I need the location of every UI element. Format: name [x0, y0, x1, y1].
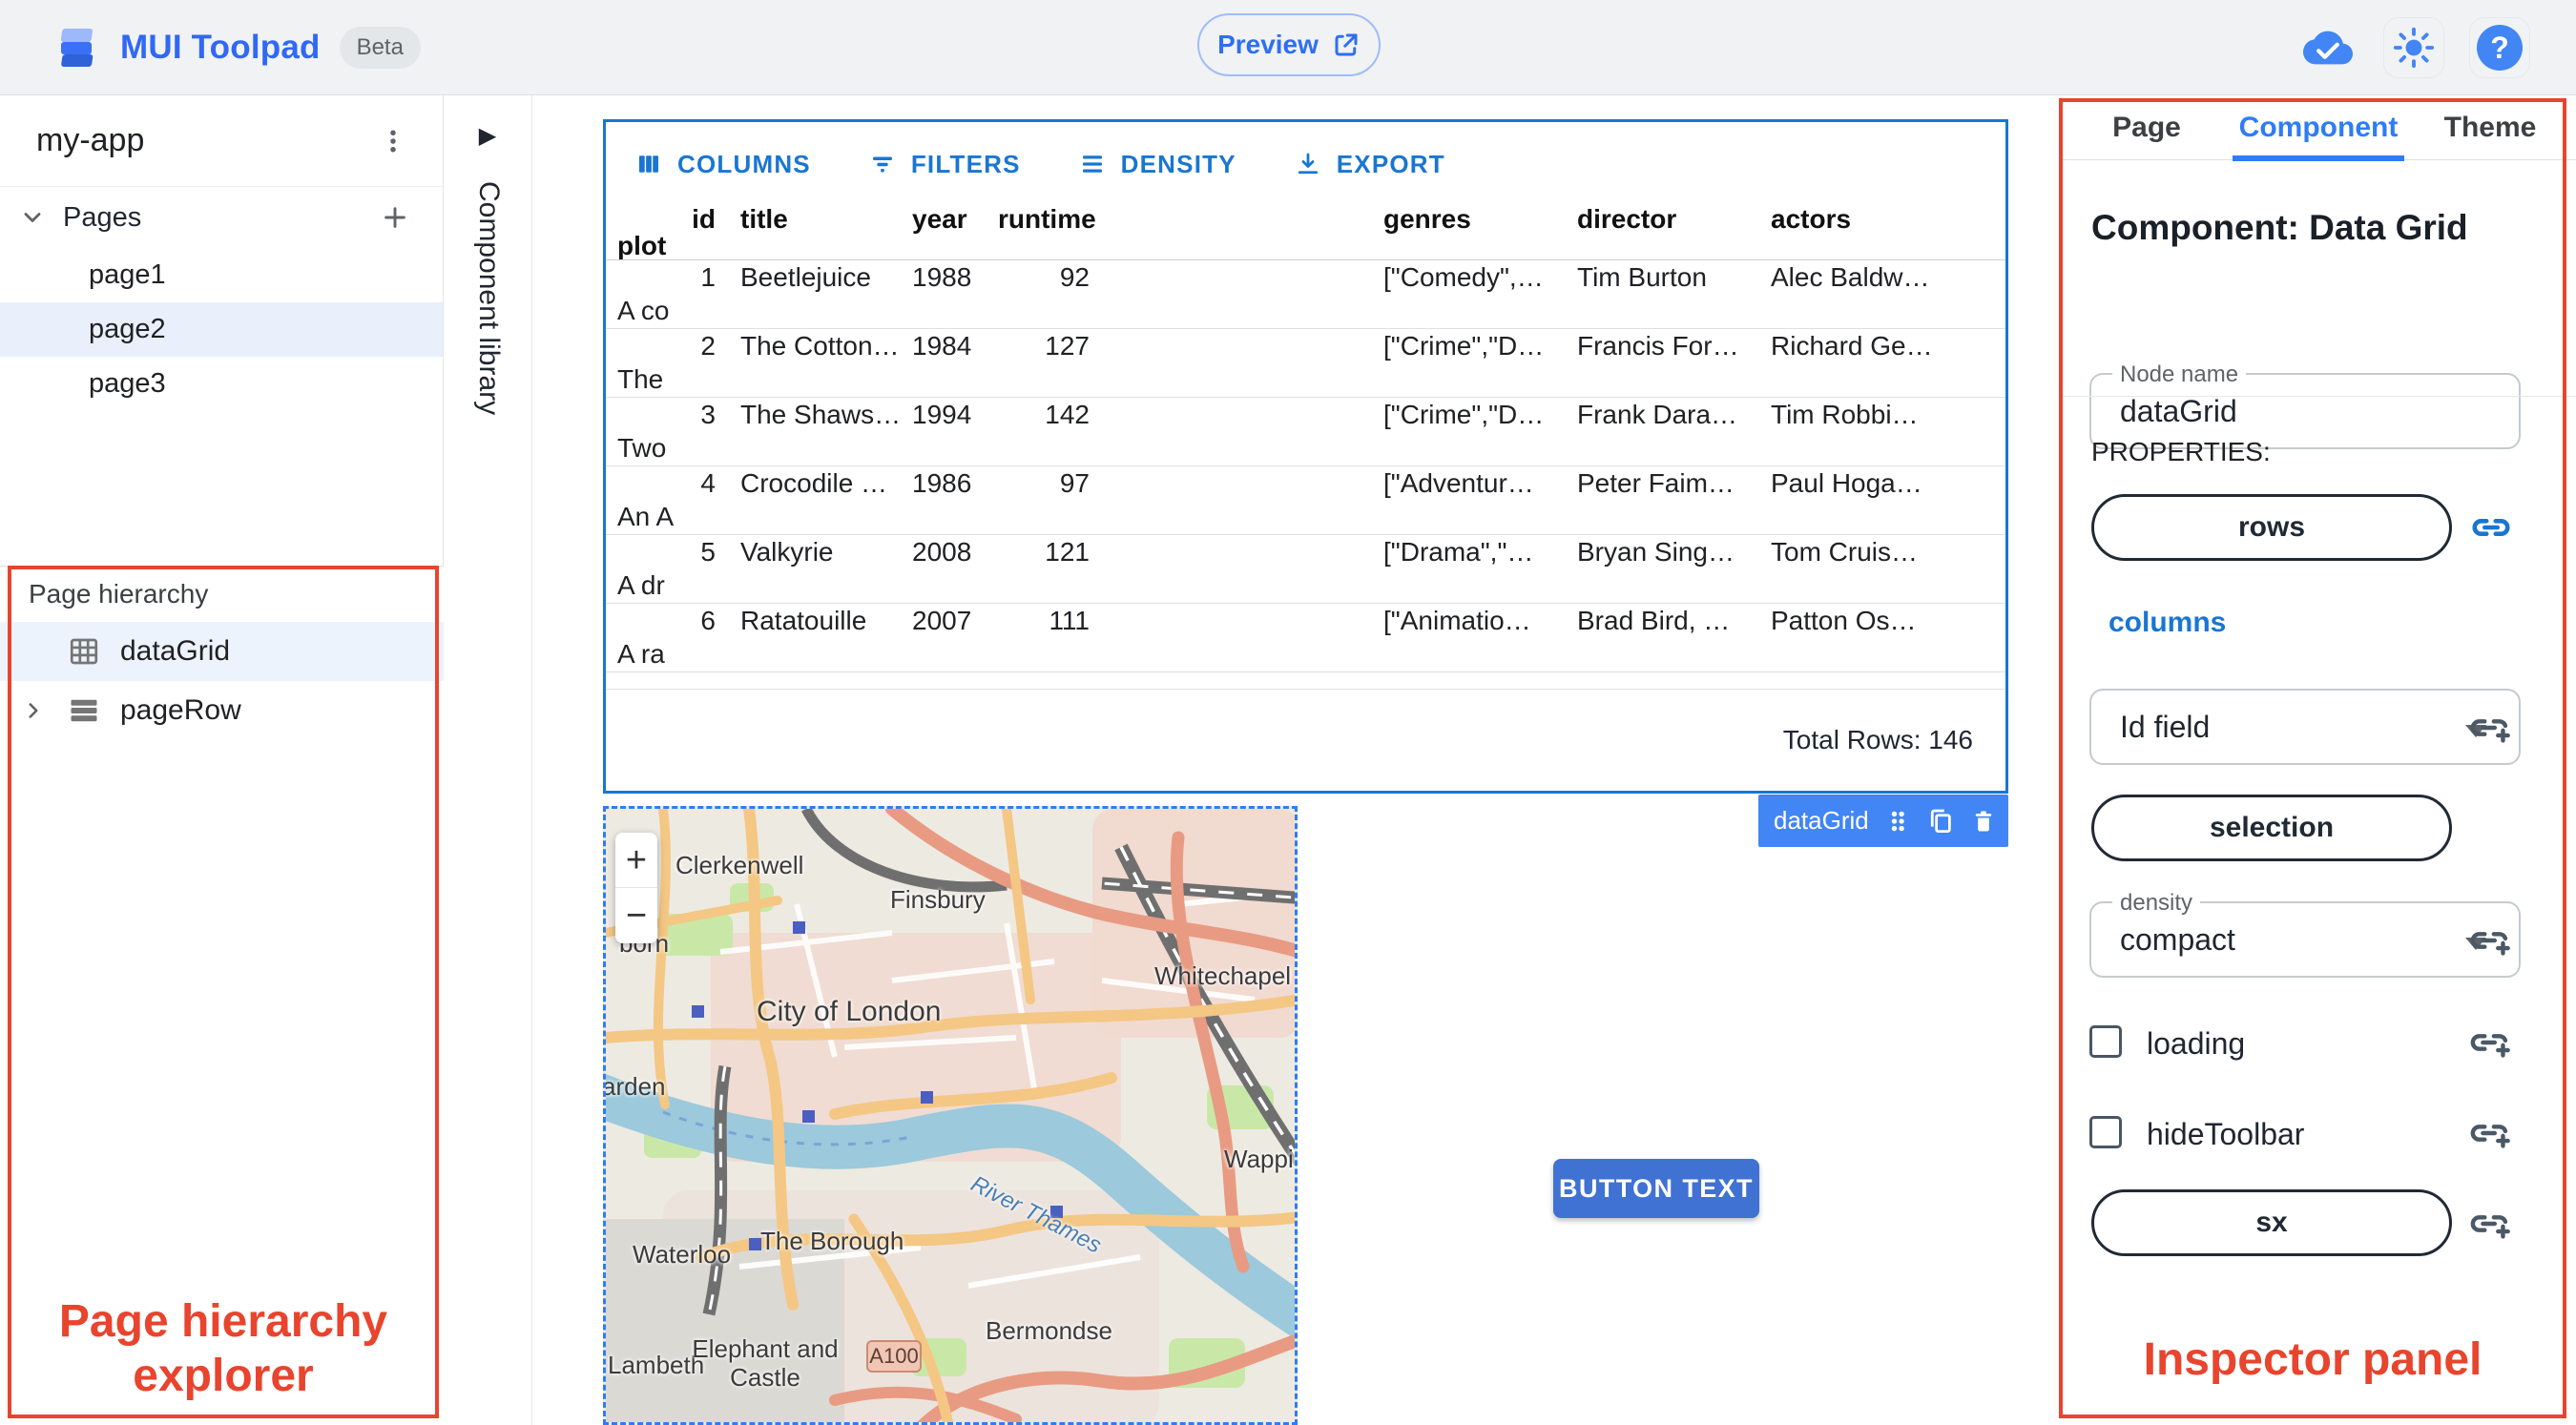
trash-icon[interactable] — [1970, 808, 1997, 835]
column-header[interactable]: year — [912, 206, 998, 235]
export-button[interactable]: EXPORT — [1294, 150, 1445, 179]
hierarchy-item-pagerow[interactable]: pageRow — [0, 681, 444, 740]
sx-property-button[interactable]: sx — [2091, 1189, 2452, 1256]
density-button[interactable]: DENSITY — [1078, 150, 1236, 179]
help-icon[interactable]: ? — [2469, 17, 2530, 78]
expand-library-icon[interactable]: ▶ — [468, 116, 507, 155]
zoom-out-button[interactable]: − — [615, 888, 657, 943]
preview-button[interactable]: Preview — [1197, 13, 1381, 76]
hierarchy-item-label: pageRow — [120, 694, 241, 726]
open-in-new-icon — [1332, 31, 1361, 59]
drag-handle-icon[interactable] — [1884, 808, 1911, 835]
top-bar: MUI Toolpad Beta Preview ? — [0, 0, 2576, 95]
density-value: compact — [2120, 921, 2235, 957]
hierarchy-item-datagrid[interactable]: dataGrid — [0, 622, 444, 681]
link-icon[interactable] — [2469, 506, 2513, 549]
pages-label: Pages — [63, 201, 142, 233]
table-row[interactable]: 1 Beetlejuice 1988 92 ["Comedy",… Tim Bu… — [606, 260, 2005, 329]
brand: MUI Toolpad Beta — [55, 0, 421, 95]
app-title: MUI Toolpad — [120, 29, 321, 66]
selected-component-name: dataGrid — [1774, 806, 1869, 835]
beta-badge: Beta — [339, 27, 421, 69]
table-row[interactable]: 6 Ratatouille 2007 111 ["Animatio… Brad … — [606, 604, 2005, 672]
add-link-icon[interactable] — [2469, 1202, 2513, 1246]
hierarchy-item-label: dataGrid — [120, 635, 231, 667]
inspector-panel: Page Component Theme Component: Data Gri… — [2061, 95, 2576, 1425]
component-library-strip: ▶ Component library — [444, 95, 532, 1425]
table-row[interactable]: 3 The Shaws… 1994 142 ["Crime","D… Frank… — [606, 398, 2005, 466]
rows-property-button[interactable]: rows — [2091, 494, 2452, 561]
project-row: my-app — [0, 95, 443, 187]
hide-toolbar-label: hideToolbar — [2147, 1117, 2305, 1151]
tab-page[interactable]: Page — [2061, 95, 2233, 160]
divider — [2061, 396, 2576, 397]
id-field-select[interactable]: Id field — [2089, 689, 2521, 765]
column-header[interactable]: genres — [1372, 206, 1566, 235]
component-heading: Component: Data Grid — [2091, 208, 2468, 247]
datagrid-component[interactable]: COLUMNS FILTERS DENSITY EXPORT id title … — [603, 119, 2008, 794]
density-select[interactable]: density compact — [2089, 890, 2521, 978]
column-header[interactable]: actors — [1759, 206, 2005, 235]
filter-icon — [868, 150, 897, 178]
cloud-done-icon[interactable] — [2297, 17, 2358, 78]
inspector-tabs: Page Component Theme — [2061, 95, 2576, 161]
page-hierarchy-panel: Page hierarchy dataGrid pageRow — [0, 566, 444, 1425]
brightness-icon[interactable] — [2383, 17, 2444, 78]
kebab-menu-icon[interactable] — [372, 120, 414, 162]
map-zoom-control: + − — [615, 833, 657, 943]
toolpad-logo-icon — [55, 25, 101, 71]
datagrid-toolbar: COLUMNS FILTERS DENSITY EXPORT — [606, 122, 2005, 206]
preview-button-label: Preview — [1217, 30, 1319, 59]
grid-icon — [67, 634, 120, 669]
add-link-icon[interactable] — [2469, 1021, 2513, 1064]
project-name: my-app — [36, 122, 145, 158]
selected-component-chip: dataGrid — [1758, 795, 2008, 847]
chevron-down-icon[interactable] — [19, 204, 46, 231]
map-component[interactable]: Clerkenwell Finsbury Whitechapel City of… — [603, 806, 1298, 1425]
page-hierarchy-title: Page hierarchy — [29, 579, 209, 609]
column-header[interactable]: title — [721, 206, 912, 235]
loading-checkbox[interactable] — [2089, 1025, 2122, 1058]
tab-theme[interactable]: Theme — [2404, 95, 2576, 160]
sidebar-item-page2[interactable]: page2 — [0, 302, 443, 357]
rows-icon — [67, 693, 120, 728]
add-link-icon[interactable] — [2469, 706, 2513, 750]
table-row[interactable]: 4 Crocodile … 1986 97 ["Adventur… Peter … — [606, 466, 2005, 535]
sidebar-item-page1[interactable]: page1 — [0, 248, 443, 302]
zoom-in-button[interactable]: + — [615, 833, 657, 888]
table-row[interactable]: 2 The Cotton… 1984 127 ["Crime","D… Fran… — [606, 329, 2005, 398]
column-header[interactable]: director — [1566, 206, 1759, 235]
chevron-right-icon[interactable] — [0, 698, 67, 723]
add-link-icon[interactable] — [2469, 919, 2513, 962]
canvas-button-component[interactable]: BUTTON TEXT — [1553, 1159, 1759, 1218]
density-icon — [1078, 150, 1107, 178]
pages-header: Pages — [0, 187, 443, 248]
map-graphic — [606, 809, 1295, 1422]
component-library-label: Component library — [473, 181, 505, 416]
export-icon — [1294, 150, 1322, 178]
properties-label: PROPERTIES: — [2091, 437, 2271, 466]
toolpad-app: MUI Toolpad Beta Preview ? my-app Pages … — [0, 0, 2576, 1425]
hide-toolbar-checkbox[interactable] — [2089, 1116, 2122, 1148]
datagrid-header-row: id title year runtime genres director ac… — [606, 206, 2005, 260]
id-field-value: Id field — [2120, 709, 2211, 744]
total-rows-label: Total Rows: 146 — [1782, 725, 1973, 754]
loading-label: loading — [2147, 1026, 2246, 1061]
top-actions: ? — [2297, 0, 2530, 95]
table-row[interactable]: 5 Valkyrie 2008 121 ["Drama","… Bryan Si… — [606, 535, 2005, 604]
column-header[interactable]: runtime — [998, 206, 1124, 235]
copy-icon[interactable] — [1926, 807, 1955, 836]
tab-component[interactable]: Component — [2233, 95, 2404, 161]
columns-property-link[interactable]: columns — [2109, 607, 2226, 639]
sidebar-item-page3[interactable]: page3 — [0, 357, 443, 411]
filters-button[interactable]: FILTERS — [868, 150, 1021, 179]
add-link-icon[interactable] — [2469, 1111, 2513, 1155]
column-header[interactable]: plot — [606, 231, 721, 259]
datagrid-footer: Total Rows: 146 — [606, 689, 2005, 791]
add-page-icon[interactable] — [380, 202, 410, 233]
columns-icon — [634, 150, 663, 178]
selection-property-button[interactable]: selection — [2091, 795, 2452, 861]
columns-button[interactable]: COLUMNS — [634, 150, 811, 179]
